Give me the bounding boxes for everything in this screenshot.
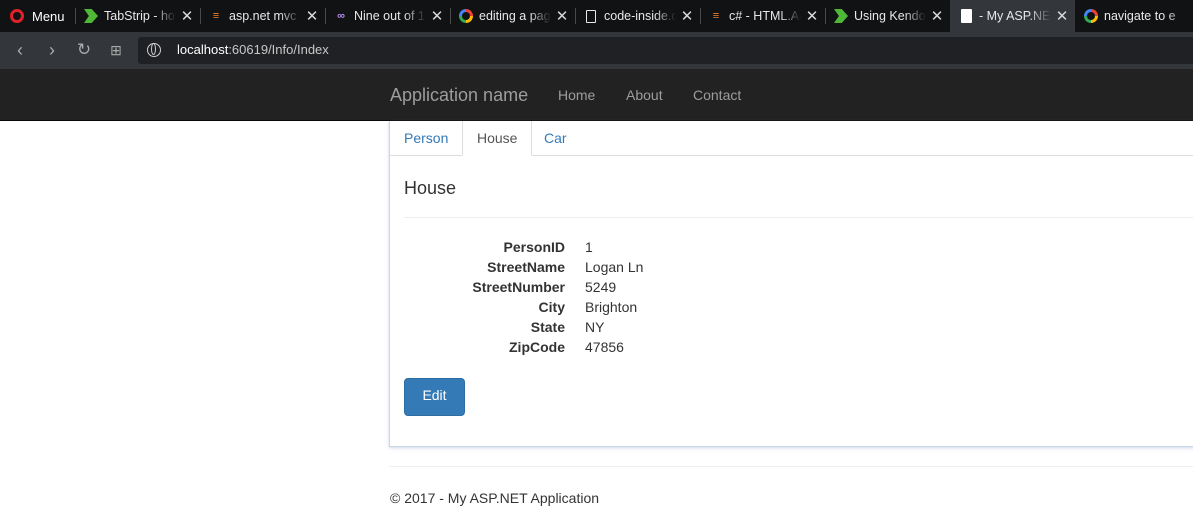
kendo-icon — [84, 9, 98, 23]
speed-dial-icon[interactable]: ⊞ — [105, 40, 127, 60]
tab-separator — [450, 8, 451, 24]
field-label: StreetNumber — [472, 279, 565, 295]
tabstrip-panel: Person House Car House PersonID 1 Street… — [389, 121, 1193, 447]
stackoverflow-icon: ≡ — [212, 10, 220, 22]
browser-tab-strip: Menu TabStrip - how ✕ ≡ asp.net mvc - ✕ … — [0, 0, 1193, 32]
tab-title: code-inside.d — [604, 9, 676, 23]
close-tab-icon[interactable]: ✕ — [805, 7, 819, 25]
field-value: NY — [585, 319, 605, 335]
brand-link[interactable]: Application name — [390, 85, 528, 106]
back-icon[interactable]: ‹ — [9, 40, 31, 60]
link-icon: ∞ — [337, 10, 345, 22]
tab-person[interactable]: Person — [390, 121, 462, 155]
tab-title: - My ASP.NET — [979, 9, 1051, 23]
tab-title: Using Kendo — [854, 9, 926, 23]
globe-icon — [147, 43, 161, 57]
tab-list: Person House Car — [390, 121, 1193, 156]
close-tab-icon[interactable]: ✕ — [555, 7, 569, 25]
field-label: StreetName — [487, 259, 565, 275]
opera-logo-icon — [10, 9, 24, 23]
tab-title: editing a pag — [479, 9, 551, 23]
browser-tab[interactable]: editing a pag ✕ — [450, 0, 575, 32]
browser-tab-active[interactable]: - My ASP.NET ✕ — [950, 0, 1075, 32]
browser-tab[interactable]: navigate to e — [1075, 0, 1193, 32]
footer-divider — [389, 466, 1193, 467]
divider — [404, 217, 1193, 218]
tab-separator — [825, 8, 826, 24]
tab-separator — [325, 8, 326, 24]
footer-text: © 2017 - My ASP.NET Application — [390, 490, 600, 506]
google-icon — [459, 9, 473, 23]
nav-link-about[interactable]: About — [626, 87, 663, 103]
close-tab-icon[interactable]: ✕ — [305, 7, 319, 25]
field-label: ZipCode — [509, 339, 565, 355]
tab-title: TabStrip - how — [104, 9, 176, 23]
document-icon — [584, 9, 598, 23]
url-field[interactable]: localhost:60619/Info/Index — [138, 37, 1193, 64]
tab-separator — [575, 8, 576, 24]
browser-tab[interactable]: ≡ asp.net mvc - ✕ — [200, 0, 325, 32]
tab-separator — [700, 8, 701, 24]
field-value: 1 — [585, 239, 593, 255]
close-tab-icon[interactable]: ✕ — [930, 7, 944, 25]
field-value: Logan Ln — [585, 259, 644, 275]
tab-separator — [75, 8, 76, 24]
nav-link-contact[interactable]: Contact — [693, 87, 741, 103]
field-label: City — [538, 299, 565, 315]
edit-button[interactable]: Edit — [404, 378, 465, 416]
field-label: PersonID — [503, 239, 565, 255]
field-label: State — [530, 319, 565, 335]
tab-separator — [200, 8, 201, 24]
close-tab-icon[interactable]: ✕ — [1055, 7, 1069, 25]
reload-icon[interactable]: ↻ — [73, 40, 95, 60]
section-heading: House — [404, 178, 457, 198]
page-icon — [959, 9, 973, 23]
menu-label: Menu — [32, 8, 65, 24]
browser-tab[interactable]: code-inside.d ✕ — [575, 0, 700, 32]
tab-title: asp.net mvc - — [229, 9, 301, 23]
url-text: localhost:60619/Info/Index — [177, 42, 329, 57]
url-path: :60619/Info/Index — [228, 42, 329, 57]
url-host: localhost — [177, 42, 229, 57]
forward-icon[interactable]: › — [41, 40, 63, 60]
tab-title: c# - HTML.Ac — [729, 9, 801, 23]
close-tab-icon[interactable]: ✕ — [680, 7, 694, 25]
stackoverflow-icon: ≡ — [712, 10, 720, 22]
tab-house[interactable]: House — [462, 121, 533, 156]
field-value: 5249 — [585, 279, 617, 295]
nav-link-home[interactable]: Home — [558, 87, 595, 103]
browser-address-bar: ‹ › ↻ ⊞ localhost:60619/Info/Index — [0, 32, 1193, 69]
browser-menu-button[interactable]: Menu — [0, 0, 74, 32]
field-value: Brighton — [585, 299, 638, 315]
browser-tab[interactable]: Using Kendo ✕ — [825, 0, 950, 32]
google-icon — [1084, 9, 1098, 23]
kendo-icon — [834, 9, 848, 23]
tab-title: navigate to e — [1104, 9, 1176, 23]
browser-tab[interactable]: ≡ c# - HTML.Ac ✕ — [700, 0, 825, 32]
close-tab-icon[interactable]: ✕ — [430, 7, 444, 25]
field-value: 47856 — [585, 339, 624, 355]
tab-title: Nine out of 1 — [354, 9, 425, 23]
browser-tab[interactable]: TabStrip - how ✕ — [75, 0, 200, 32]
browser-tab[interactable]: ∞ Nine out of 1 ✕ — [325, 0, 450, 32]
tab-car[interactable]: Car — [530, 121, 581, 155]
site-navbar: Application name Home About Contact — [0, 69, 1193, 121]
close-tab-icon[interactable]: ✕ — [180, 7, 194, 25]
